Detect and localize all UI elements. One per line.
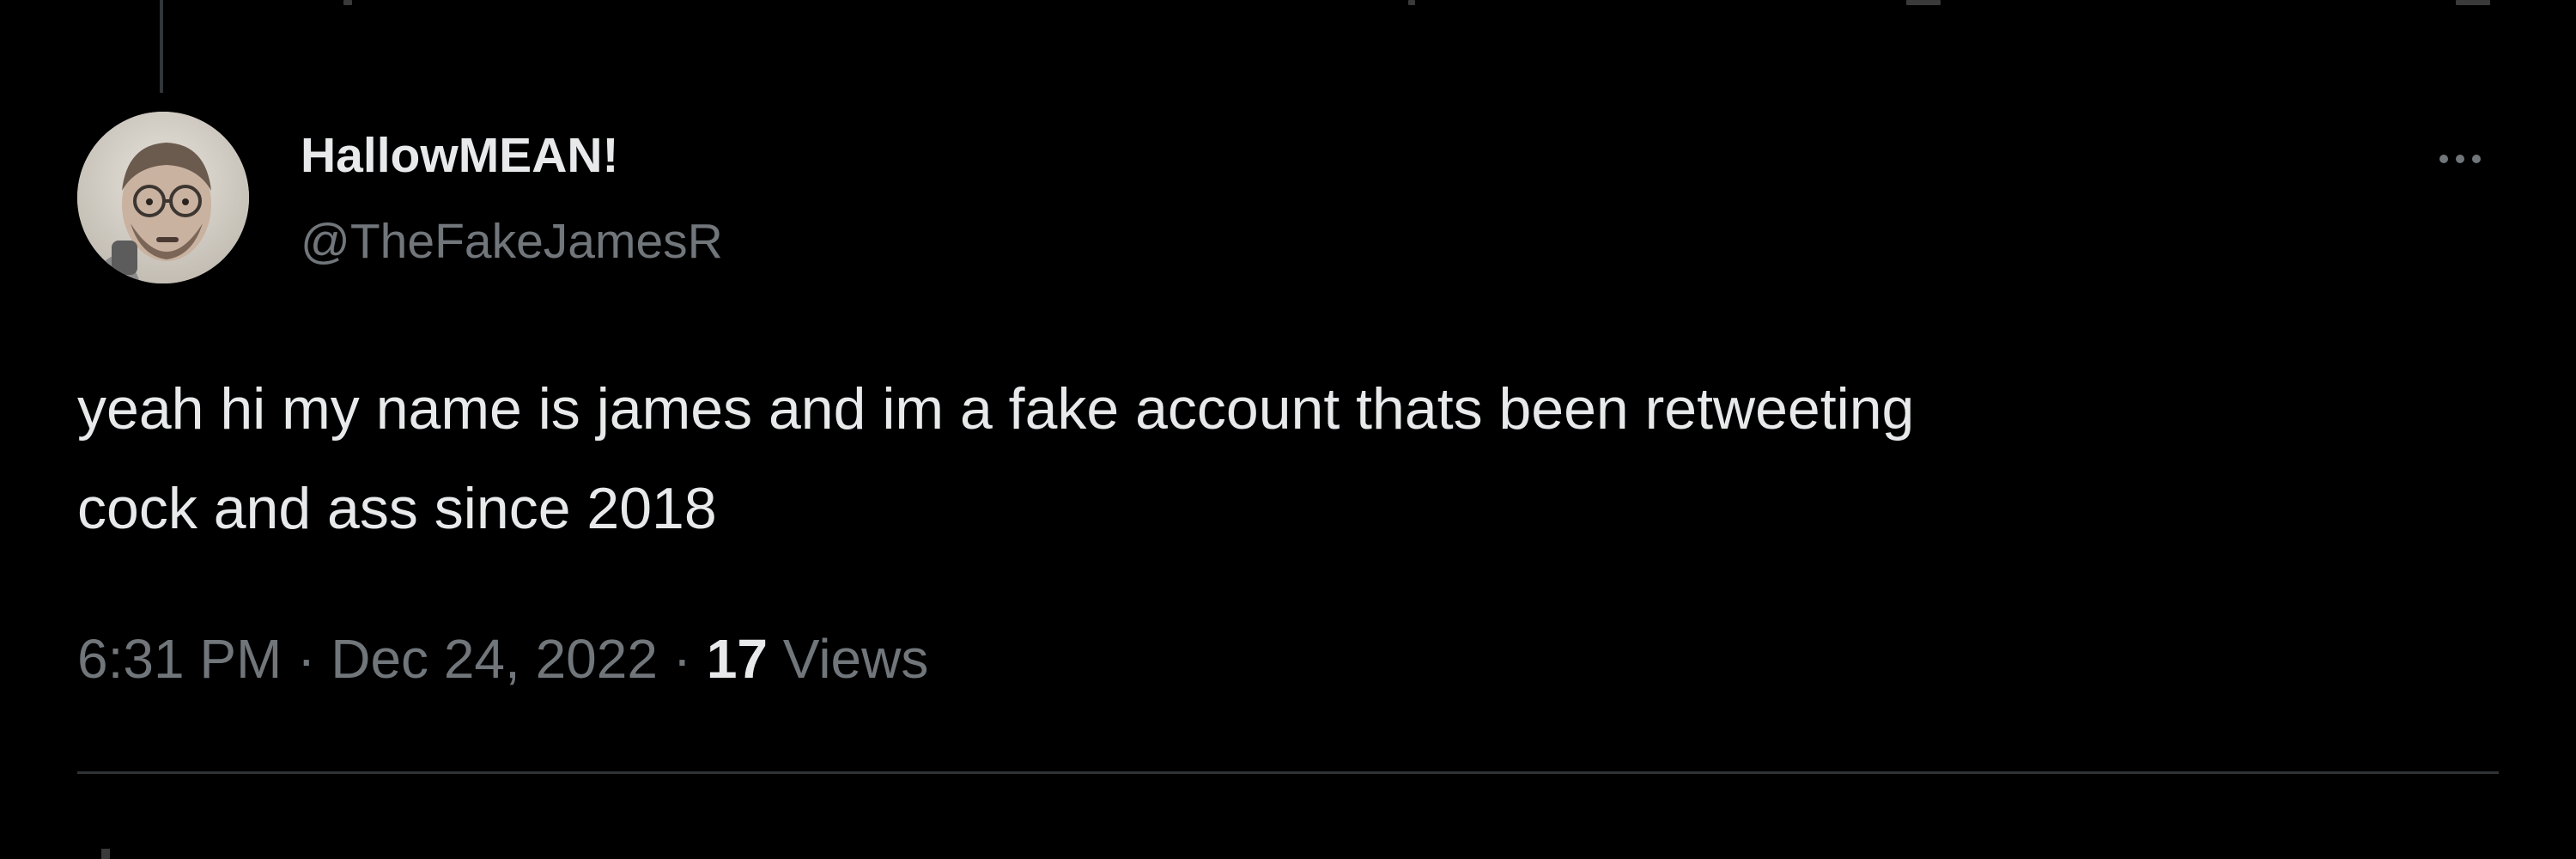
- previous-tweet-action-bar: [0, 0, 2576, 7]
- more-horizontal-icon: [2439, 155, 2448, 163]
- views-label: Views: [782, 628, 929, 690]
- tweet-detail-view: HallowMEAN! @TheFakeJamesR yeah hi my na…: [0, 0, 2576, 859]
- tweet-text: yeah hi my name is james and im a fake a…: [77, 359, 2482, 558]
- more-horizontal-icon: [2472, 155, 2481, 163]
- tweet-metadata: 6:31 PM · Dec 24, 2022 · 17 Views: [77, 627, 928, 691]
- divider: [77, 771, 2499, 774]
- avatar[interactable]: [77, 112, 249, 283]
- tweet-text-line: cock and ass since 2018: [77, 476, 717, 541]
- meta-separator: ·: [297, 628, 316, 690]
- tweet-text-line: yeah hi my name is james and im a fake a…: [77, 376, 1915, 442]
- profile-photo: [77, 112, 249, 283]
- more-horizontal-icon: [2456, 155, 2464, 163]
- user-handle[interactable]: @TheFakeJamesR: [301, 213, 723, 270]
- tweet-time[interactable]: 6:31 PM: [77, 628, 282, 690]
- views-count: 17: [706, 628, 768, 690]
- display-name[interactable]: HallowMEAN!: [301, 127, 619, 184]
- more-options-button[interactable]: [2421, 129, 2499, 189]
- tweet-date[interactable]: Dec 24, 2022: [331, 628, 658, 690]
- next-section-edge: [101, 849, 110, 859]
- meta-separator: ·: [672, 628, 692, 690]
- thread-connector-line: [160, 0, 163, 93]
